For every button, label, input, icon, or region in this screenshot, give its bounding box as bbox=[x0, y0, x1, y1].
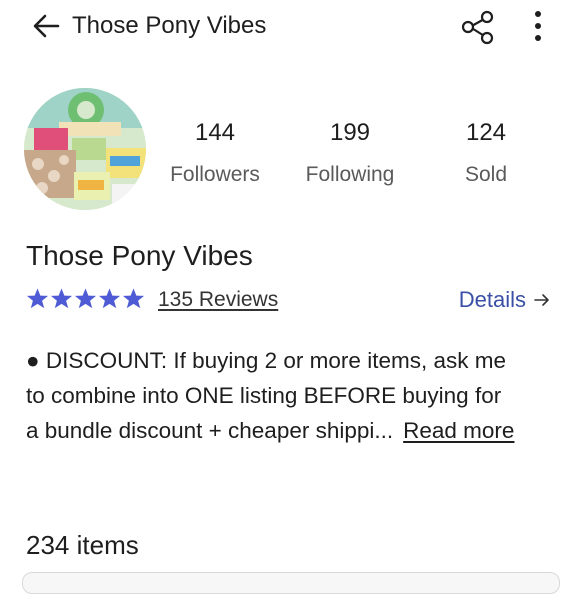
items-count: 234 items bbox=[26, 530, 139, 560]
star-icon bbox=[98, 288, 121, 309]
sold-count: 124 bbox=[465, 119, 507, 146]
more-options-button[interactable] bbox=[528, 8, 548, 44]
details-label: Details bbox=[458, 287, 526, 312]
sold-label: Sold bbox=[464, 163, 508, 186]
followers-stat[interactable]: 144 Followers bbox=[150, 118, 280, 190]
closet-avatar-photo bbox=[24, 88, 146, 210]
back-button[interactable] bbox=[28, 9, 68, 43]
bio-line: to combine into ONE listing BEFORE buyin… bbox=[26, 383, 502, 408]
top-bar: Those Pony Vibes bbox=[0, 0, 580, 52]
listing-filter-bar[interactable] bbox=[22, 572, 560, 594]
star-icon bbox=[50, 288, 73, 309]
details-link[interactable]: Details bbox=[459, 285, 550, 315]
following-count: 199 bbox=[329, 119, 371, 146]
followers-count: 144 bbox=[194, 119, 236, 146]
reviews-link[interactable]: 135 Reviews bbox=[158, 286, 278, 314]
following-label: Following bbox=[305, 163, 395, 186]
closet-avatar[interactable] bbox=[24, 88, 146, 210]
bio-line: a bundle discount + cheaper shippi... bbox=[26, 418, 394, 443]
bio-line: ● DISCOUNT: If buying 2 or more items, a… bbox=[26, 348, 506, 373]
bio-line-last: a bundle discount + cheaper shippi... Rea… bbox=[26, 413, 566, 448]
share-button[interactable] bbox=[458, 7, 498, 47]
following-stat[interactable]: 199 Following bbox=[285, 118, 415, 190]
rating-stars bbox=[26, 287, 146, 313]
read-more-link[interactable]: Read more bbox=[403, 418, 514, 443]
sold-stat[interactable]: 124 Sold bbox=[421, 118, 551, 190]
star-icon bbox=[26, 288, 49, 309]
share-icon bbox=[461, 10, 494, 45]
arrow-right-icon bbox=[534, 294, 549, 306]
closet-bio: ● DISCOUNT: If buying 2 or more items, a… bbox=[26, 343, 566, 448]
page-title: Those Pony Vibes bbox=[72, 12, 267, 39]
more-vertical-icon bbox=[535, 11, 541, 41]
followers-label: Followers bbox=[170, 163, 260, 186]
closet-name: Those Pony Vibes bbox=[26, 240, 253, 271]
star-icon bbox=[122, 288, 145, 309]
star-icon bbox=[74, 288, 97, 309]
arrow-left-icon bbox=[33, 14, 60, 38]
